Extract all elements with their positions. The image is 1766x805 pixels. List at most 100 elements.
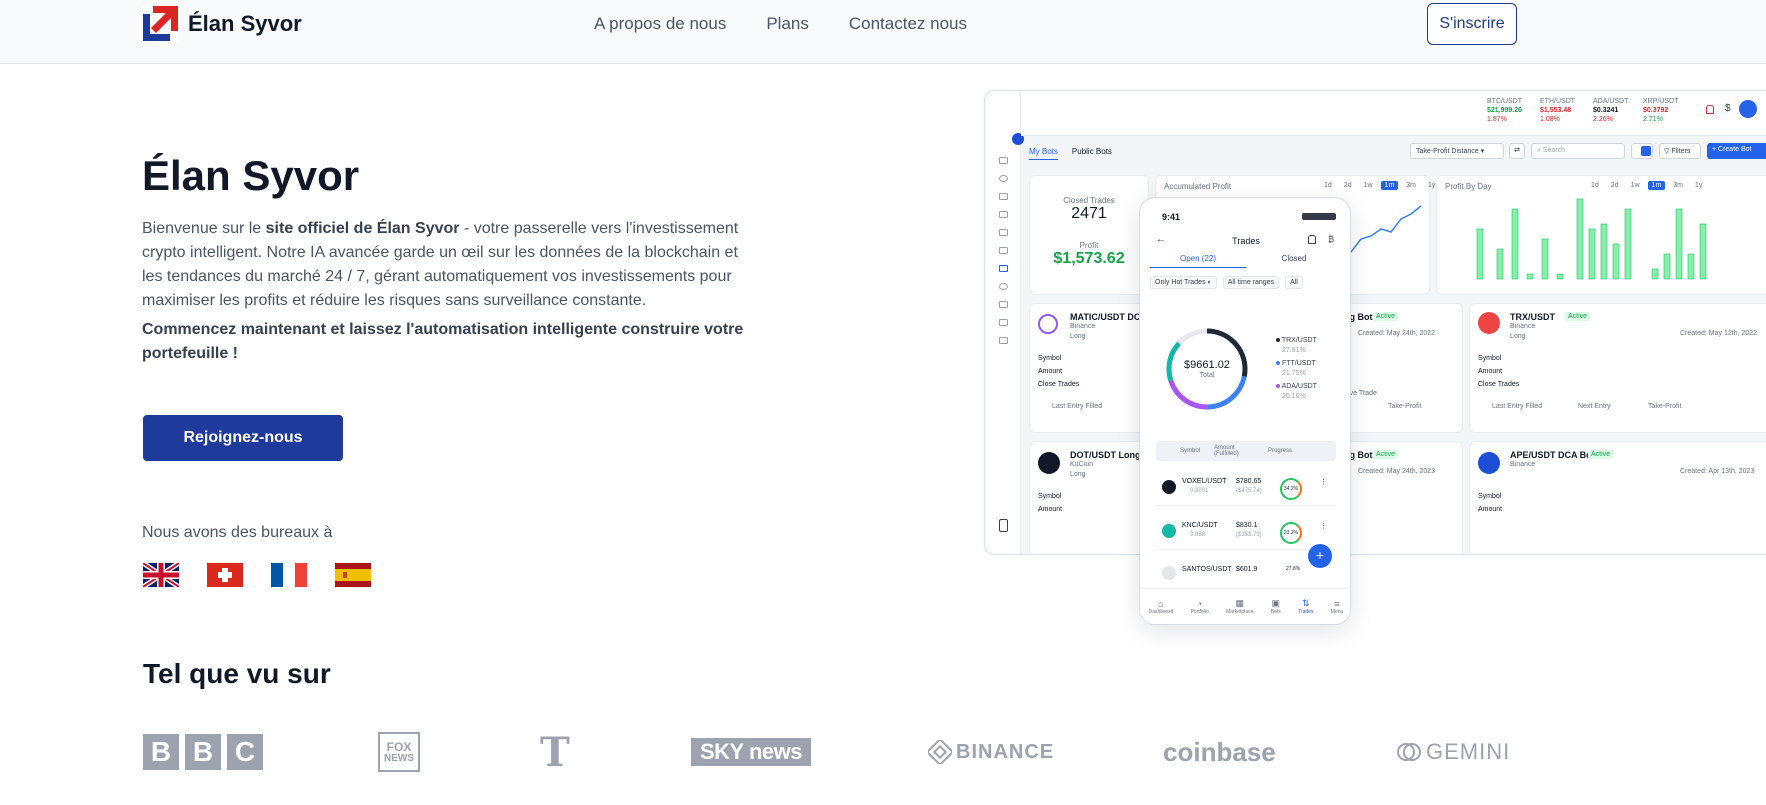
tab-my-bots[interactable]: My Bots bbox=[1029, 147, 1058, 160]
range-1d[interactable]: 1d bbox=[1320, 181, 1336, 190]
trade-knc-pair: KNC/USDT bbox=[1182, 522, 1218, 529]
pbd-range-1d[interactable]: 1d bbox=[1587, 181, 1603, 190]
bottom-nav-menu[interactable]: ≡ Menu bbox=[1331, 599, 1344, 615]
bot-trx-created: Created: May 12th, 2022 bbox=[1680, 330, 1758, 337]
gemini-icon bbox=[1397, 743, 1421, 761]
profit-by-day-bars bbox=[1476, 198, 1707, 280]
bot-ape-status: Active bbox=[1588, 450, 1614, 459]
bot-trx-next-entry: Next Entry bbox=[1578, 403, 1611, 410]
sidebar-icon[interactable] bbox=[999, 247, 1008, 254]
ape-row-label-symbol: Symbol bbox=[1478, 493, 1502, 500]
hero-title: Élan Syvor bbox=[142, 152, 360, 199]
phone-tab-closed[interactable]: Closed bbox=[1246, 254, 1342, 268]
sidebar-icon[interactable] bbox=[999, 193, 1008, 200]
legend-item-trx: TRX/USDT 27.91% bbox=[1276, 336, 1317, 356]
bottom-nav-marketplace[interactable]: ▦ Marketplace bbox=[1226, 598, 1253, 615]
sort-select[interactable]: Take-Profit Distance ▾ bbox=[1410, 143, 1504, 159]
pbd-range-1y[interactable]: 1y bbox=[1691, 181, 1706, 190]
all-label: All bbox=[1290, 279, 1298, 286]
dashboard-sidebar-icons bbox=[999, 157, 1008, 344]
sidebar-icon[interactable] bbox=[999, 157, 1008, 164]
voxel-icon bbox=[1162, 480, 1176, 494]
range-3m[interactable]: 3m bbox=[1402, 181, 1420, 190]
signup-button[interactable]: S'inscrire bbox=[1427, 3, 1517, 45]
hot-trades-label: Only Hot Trades bbox=[1155, 279, 1206, 286]
sidebar-icon[interactable] bbox=[999, 301, 1008, 308]
nav-link-contact[interactable]: Contactez nous bbox=[849, 14, 967, 34]
phone-tab-open[interactable]: Open (22) bbox=[1150, 254, 1246, 268]
pbd-range-1w[interactable]: 1w bbox=[1627, 181, 1644, 190]
trade-santos-amount: $601.9 bbox=[1236, 566, 1258, 573]
sidebar-icon[interactable] bbox=[999, 211, 1008, 218]
sidebar-icon[interactable] bbox=[999, 175, 1008, 182]
user-avatar[interactable] bbox=[1739, 100, 1757, 118]
search-input[interactable]: ⌕ Search bbox=[1531, 143, 1625, 159]
time-ranges-select[interactable]: All time ranges bbox=[1222, 276, 1280, 289]
trade-voxel-menu-icon[interactable]: ⋮ bbox=[1320, 478, 1327, 486]
nav-link-plans[interactable]: Plans bbox=[766, 14, 809, 34]
spain-flag-icon bbox=[335, 563, 371, 587]
time-ranges-label: All time ranges bbox=[1227, 279, 1275, 286]
hot-trades-toggle[interactable]: Only Hot Trades ◐ bbox=[1150, 276, 1217, 289]
range-2d[interactable]: 2d bbox=[1340, 181, 1356, 190]
notification-icon[interactable] bbox=[1706, 105, 1714, 114]
sidebar-icon[interactable] bbox=[999, 319, 1008, 326]
bot-card-trx[interactable]: TRX/USDT Active Binance Long Created: Ma… bbox=[1469, 303, 1766, 433]
legend-dot-ftt bbox=[1276, 361, 1280, 365]
fox-news-logo: FOX NEWS bbox=[378, 730, 420, 774]
sidebar-icon[interactable] bbox=[999, 229, 1008, 236]
pbd-range-3m[interactable]: 3m bbox=[1669, 181, 1687, 190]
trade-row[interactable]: KNC/USDT 3.958 $830.1 ($353.79) 23.2% ⋮ bbox=[1156, 512, 1336, 550]
top-navbar: Élan Syvor A propos de nous Plans Contac… bbox=[0, 0, 1766, 64]
bottom-nav-trades[interactable]: ⇅ Trades bbox=[1298, 598, 1313, 615]
col-progress[interactable]: Progress bbox=[1268, 448, 1292, 454]
trade-knc-sub-amount: ($353.79) bbox=[1236, 532, 1262, 538]
donut-legend: TRX/USDT 27.91% FTT/USDT 21.75% ADA/USDT 20… bbox=[1276, 336, 1317, 402]
profit-value: $1,573.62 bbox=[1053, 250, 1125, 267]
sidebar-icon-active[interactable] bbox=[999, 265, 1008, 272]
bot-ape-labels: Symbol Amount bbox=[1478, 490, 1502, 516]
sidebar-icon[interactable] bbox=[999, 283, 1008, 290]
pbd-range-2d[interactable]: 2d bbox=[1607, 181, 1623, 190]
bottom-nav-dashboard[interactable]: ⌂ Dashboard bbox=[1149, 599, 1173, 615]
accumulated-profit-label: Accumulated Profit bbox=[1164, 182, 1232, 191]
range-1m[interactable]: 1m bbox=[1380, 181, 1399, 190]
sidebar-device-icon[interactable] bbox=[999, 519, 1008, 532]
row-label-close-trades: Close Trades bbox=[1038, 381, 1080, 388]
trade-santos-progress: 27.8% bbox=[1286, 566, 1301, 572]
col-symbol[interactable]: Symbol bbox=[1180, 448, 1200, 454]
donut-total-value: $9661.02 bbox=[1184, 359, 1230, 371]
currency-icon[interactable]: $ bbox=[1725, 103, 1731, 114]
nav-link-about[interactable]: A propos de nous bbox=[594, 14, 726, 34]
bottom-nav-trades-label: Trades bbox=[1298, 609, 1314, 615]
phone-bell-icon[interactable] bbox=[1308, 235, 1316, 244]
create-bot-button[interactable]: + Create Bot bbox=[1707, 143, 1766, 159]
pbd-range-1m[interactable]: 1m bbox=[1647, 181, 1666, 190]
all-select[interactable]: All bbox=[1285, 276, 1303, 289]
bot-ape-exchange: Binance bbox=[1510, 461, 1536, 468]
range-1w[interactable]: 1w bbox=[1360, 181, 1377, 190]
view-toggle[interactable] bbox=[1631, 143, 1653, 159]
col-amount[interactable]: Amount (Fulfilled) bbox=[1214, 445, 1254, 457]
add-trade-button[interactable]: + bbox=[1308, 544, 1332, 568]
phone-settings-icon[interactable]: ₿ bbox=[1328, 235, 1334, 244]
offices-label: Nous avons des bureaux à bbox=[142, 524, 333, 541]
trade-knc-menu-icon[interactable]: ⋮ bbox=[1320, 522, 1327, 530]
phone-status-icons bbox=[1302, 213, 1336, 220]
trade-voxel-sub-amount: ($475.74) bbox=[1236, 488, 1262, 494]
bot-trx-last-entry: Last Entry Filled bbox=[1492, 403, 1543, 410]
binance-logo: BINANCE bbox=[928, 730, 1054, 774]
join-button[interactable]: Rejoignez-nous bbox=[143, 415, 343, 461]
tab-public-bots[interactable]: Public Bots bbox=[1072, 147, 1112, 160]
brand-name: Élan Syvor bbox=[188, 10, 302, 36]
sidebar-icon[interactable] bbox=[999, 337, 1008, 344]
swap-button[interactable]: ⇄ bbox=[1509, 143, 1525, 159]
filters-button[interactable]: ▽ Filters bbox=[1659, 143, 1701, 159]
sort-select-label: Take-Profit Distance bbox=[1416, 148, 1479, 155]
bottom-nav-portfolio[interactable]: ◔ Portfolio bbox=[1190, 599, 1208, 615]
trade-row[interactable]: VOXEL/USDT 0.3201 $780.65 ($475.74) 34.2… bbox=[1156, 468, 1336, 506]
bottom-nav-bots[interactable]: ▣ Bots bbox=[1271, 598, 1281, 615]
trade-knc-amount: $830.1 bbox=[1236, 522, 1258, 529]
bot-card-ape[interactable]: APE/USDT DCA Bot Active Binance Created:… bbox=[1469, 441, 1766, 554]
brand-logo[interactable]: Élan Syvor bbox=[143, 6, 302, 41]
